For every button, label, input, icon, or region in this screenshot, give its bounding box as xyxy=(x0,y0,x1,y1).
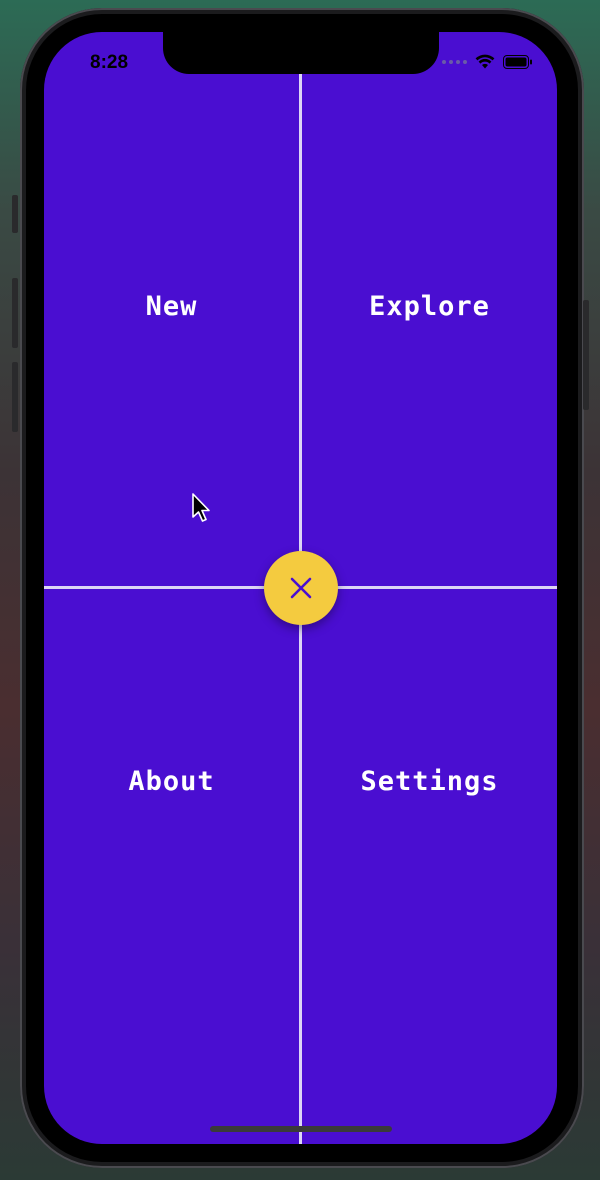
power-button xyxy=(583,300,589,410)
menu-item-about-label: About xyxy=(128,766,215,797)
menu-item-about[interactable]: About xyxy=(44,589,299,1144)
notch xyxy=(163,32,439,74)
menu-item-explore-label: Explore xyxy=(369,291,490,322)
wifi-icon xyxy=(475,54,495,69)
close-menu-button[interactable] xyxy=(264,551,338,625)
volume-down-button xyxy=(12,362,18,432)
close-icon xyxy=(290,577,312,599)
menu-item-explore[interactable]: Explore xyxy=(302,74,557,539)
menu-item-new[interactable]: New xyxy=(44,74,299,539)
battery-icon xyxy=(503,54,532,69)
status-time: 8:28 xyxy=(90,52,129,73)
menu-item-settings-label: Settings xyxy=(360,766,499,797)
home-indicator[interactable] xyxy=(210,1126,392,1132)
status-icons xyxy=(442,54,533,69)
menu-item-settings[interactable]: Settings xyxy=(302,589,557,1144)
silent-switch xyxy=(12,195,18,233)
cellular-signal-icon xyxy=(442,59,467,64)
mouse-cursor-icon xyxy=(192,493,210,522)
app-screen: 8:28 New Explore About Settings xyxy=(44,32,557,1144)
volume-up-button xyxy=(12,278,18,348)
menu-item-new-label: New xyxy=(145,291,198,322)
